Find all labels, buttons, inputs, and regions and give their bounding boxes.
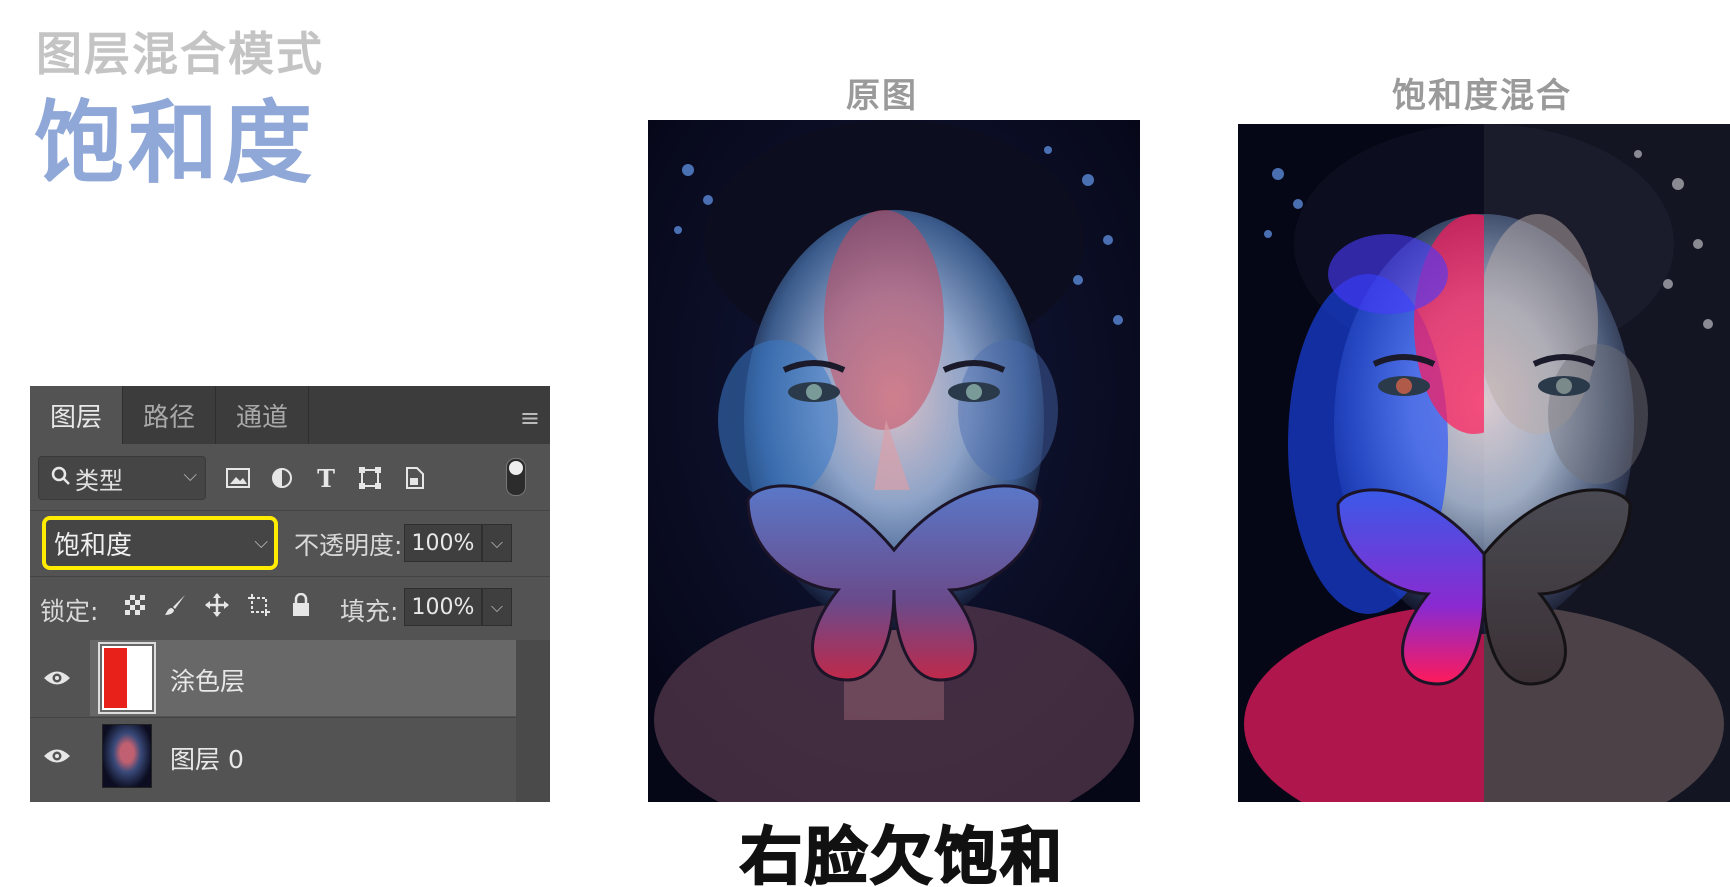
chevron-down-icon: ⌵	[254, 532, 268, 553]
opacity-label: 不透明度:	[294, 531, 403, 560]
layer-name: 图层 0	[170, 745, 244, 774]
fill-input[interactable]: 100%	[404, 588, 482, 626]
layer-row-paint[interactable]: 涂色层	[30, 640, 516, 716]
fill-dropdown-button[interactable]: ⌵	[482, 588, 512, 626]
video-subtitle: 右脸欠饱和	[739, 819, 1066, 887]
layer-selection-highlight	[90, 640, 516, 716]
eye-icon[interactable]	[42, 664, 72, 692]
filter-type-dropdown[interactable]: 类型 ⌵	[38, 456, 206, 500]
layer-thumbnail	[98, 642, 156, 714]
fill-label: 填充:	[340, 597, 399, 626]
filter-type-label: 类型	[75, 466, 123, 495]
divider	[30, 576, 550, 577]
blend-mode-select[interactable]: 饱和度 ⌵	[42, 516, 278, 570]
search-icon	[51, 464, 71, 492]
smart-object-filter-icon[interactable]	[398, 462, 430, 494]
chevron-down-icon: ⌵	[183, 465, 197, 486]
lock-position-move-icon[interactable]	[202, 590, 232, 620]
blend-photo	[1238, 124, 1730, 802]
divider	[30, 510, 550, 511]
lock-label: 锁定:	[40, 597, 99, 626]
panel-tabs: 图层 路径 通道 ≡	[30, 386, 550, 444]
lock-row: 锁定: 填充: 100% ⌵	[30, 582, 550, 632]
tab-channels[interactable]: 通道	[216, 386, 310, 444]
original-photo	[648, 120, 1140, 802]
lock-image-pixels-brush-icon[interactable]	[160, 590, 190, 620]
blend-caption: 饱和度混合	[1392, 76, 1572, 116]
opacity-input[interactable]: 100%	[404, 524, 482, 562]
blend-row: 饱和度 ⌵ 不透明度: 100% ⌵	[30, 514, 550, 574]
layer-row-image[interactable]: 图层 0	[30, 718, 516, 794]
tab-layers[interactable]: 图层	[30, 386, 124, 444]
lock-transparent-pixels-icon[interactable]	[120, 590, 150, 620]
layer-thumbnail	[102, 724, 152, 788]
type-filter-icon[interactable]: T	[310, 462, 342, 494]
panel-menu-icon[interactable]: ≡	[520, 404, 540, 432]
page-title: 饱和度	[34, 91, 316, 196]
lock-all-icon[interactable]	[286, 590, 316, 620]
adjustment-filter-icon[interactable]	[266, 462, 298, 494]
eye-icon[interactable]	[42, 742, 72, 770]
filter-toggle[interactable]	[506, 458, 526, 496]
layers-panel: 图层 路径 通道 ≡ 类型 ⌵ T 饱和度 ⌵ 不透明度: 100% ⌵ 锁定:…	[30, 386, 550, 802]
shape-filter-icon[interactable]	[354, 462, 386, 494]
layer-name: 涂色层	[170, 667, 246, 696]
tab-paths[interactable]: 路径	[123, 386, 217, 444]
stage: 图层混合模式 饱和度 原图 饱和度混合 右脸欠饱和 图层 路径 通道 ≡ 类型 …	[0, 0, 1730, 887]
opacity-dropdown-button[interactable]: ⌵	[482, 524, 512, 562]
blend-mode-value: 饱和度	[54, 530, 133, 561]
original-caption: 原图	[846, 76, 918, 116]
filter-row: 类型 ⌵ T	[30, 456, 550, 506]
image-filter-icon[interactable]	[222, 462, 254, 494]
layers-scrollbar[interactable]	[516, 640, 550, 802]
lock-artboard-icon[interactable]	[244, 590, 274, 620]
